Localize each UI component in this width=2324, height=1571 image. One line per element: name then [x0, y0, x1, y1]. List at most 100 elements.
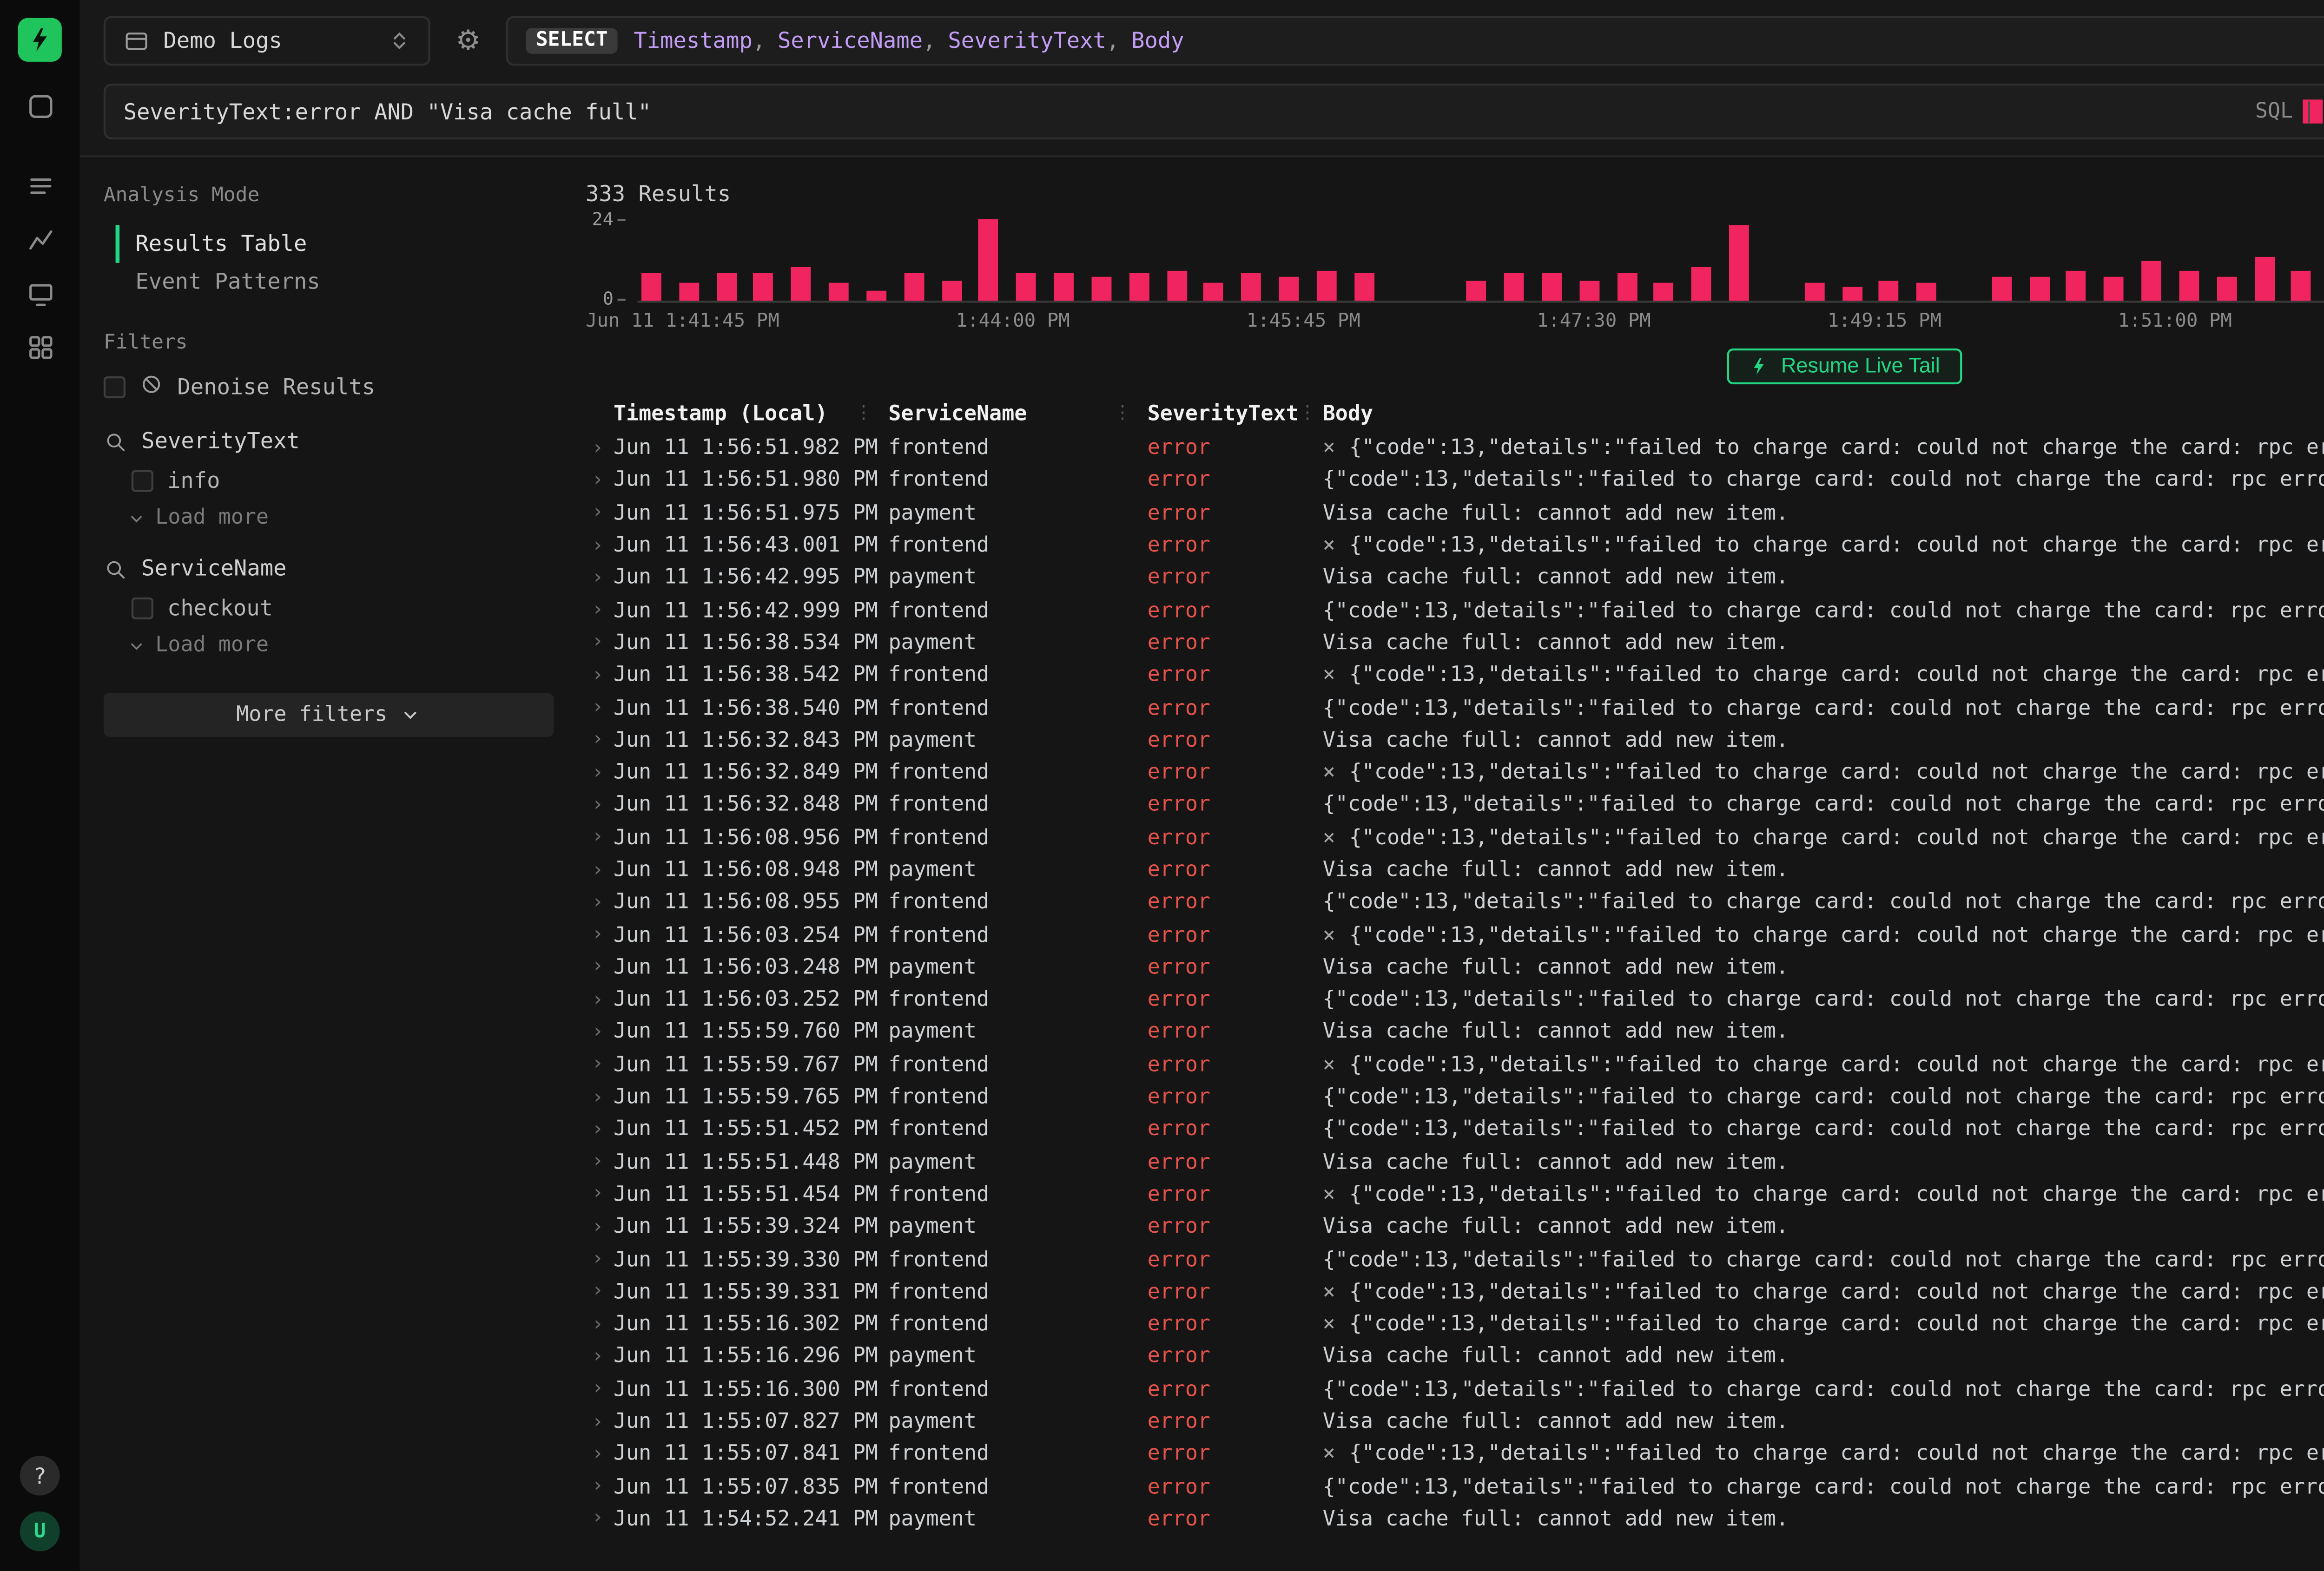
table-row[interactable]: ›Jun 11 1:55:07.841 PMfrontenderror×{"co…: [586, 1438, 2324, 1471]
table-row[interactable]: ›Jun 11 1:56:38.534 PMpaymenterrorVisa c…: [586, 627, 2324, 659]
histogram-bar[interactable]: [979, 219, 999, 301]
load-more-button[interactable]: Load more: [127, 633, 554, 657]
row-expand-chevron[interactable]: ›: [586, 632, 614, 654]
table-row[interactable]: ›Jun 11 1:56:51.982 PMfrontenderror×{"co…: [586, 432, 2324, 465]
nav-logs-icon[interactable]: [24, 169, 56, 201]
histogram-bar[interactable]: [1542, 274, 1562, 301]
user-avatar[interactable]: U: [20, 1512, 60, 1551]
row-expand-chevron[interactable]: ›: [586, 1281, 614, 1303]
table-row[interactable]: ›Jun 11 1:55:16.296 PMpaymenterrorVisa c…: [586, 1341, 2324, 1374]
histogram-bar[interactable]: [1129, 274, 1149, 301]
table-row[interactable]: ›Jun 11 1:55:51.454 PMfrontenderror×{"co…: [586, 1178, 2324, 1211]
table-row[interactable]: ›Jun 11 1:56:51.980 PMfrontenderror{"cod…: [586, 465, 2324, 497]
table-row[interactable]: ›Jun 11 1:55:39.324 PMpaymenterrorVisa c…: [586, 1211, 2324, 1243]
histogram-bar[interactable]: [2217, 277, 2237, 301]
more-filters-button[interactable]: More filters: [104, 693, 554, 736]
histogram-bar[interactable]: [904, 274, 924, 301]
table-row[interactable]: ›Jun 11 1:55:07.827 PMpaymenterrorVisa c…: [586, 1406, 2324, 1438]
table-row[interactable]: ›Jun 11 1:56:08.955 PMfrontenderror{"cod…: [586, 887, 2324, 919]
histogram-bar[interactable]: [1054, 274, 1074, 301]
row-expand-chevron[interactable]: ›: [586, 1443, 614, 1465]
resume-live-tail-button[interactable]: Resume Live Tail: [1727, 348, 1962, 384]
histogram-bar[interactable]: [2104, 277, 2124, 301]
column-header-body[interactable]: Body: [1323, 402, 2324, 426]
row-expand-chevron[interactable]: ›: [586, 1021, 614, 1043]
histogram-bar[interactable]: [1842, 287, 1862, 301]
table-row[interactable]: ›Jun 11 1:56:42.999 PMfrontenderror{"cod…: [586, 594, 2324, 627]
row-expand-chevron[interactable]: ›: [586, 1346, 614, 1368]
search-input[interactable]: SeverityText:error AND "Visa cache full"…: [104, 84, 2324, 139]
table-row[interactable]: ›Jun 11 1:56:08.948 PMpaymenterrorVisa c…: [586, 854, 2324, 887]
histogram-bar[interactable]: [679, 284, 699, 301]
row-expand-chevron[interactable]: ›: [586, 567, 614, 589]
column-header-severitytext[interactable]: SeverityText ⋮: [1148, 402, 1323, 426]
checkbox[interactable]: [132, 598, 153, 619]
column-resize-handle[interactable]: ⋮: [1299, 404, 1323, 424]
histogram-bar[interactable]: [1204, 284, 1224, 301]
filter-group-header[interactable]: SeverityText: [104, 428, 554, 454]
row-expand-chevron[interactable]: ›: [586, 957, 614, 979]
row-expand-chevron[interactable]: ›: [586, 1054, 614, 1076]
mode-results-table[interactable]: Results Table: [116, 225, 554, 263]
histogram-bar[interactable]: [1466, 280, 1486, 301]
row-expand-chevron[interactable]: ›: [586, 1086, 614, 1108]
histogram-bar[interactable]: [754, 274, 774, 301]
histogram-bar[interactable]: [866, 290, 886, 301]
histogram-bar[interactable]: [1617, 274, 1637, 301]
table-row[interactable]: ›Jun 11 1:55:16.300 PMfrontenderror{"cod…: [586, 1373, 2324, 1406]
table-row[interactable]: ›Jun 11 1:56:38.542 PMfrontenderror×{"co…: [586, 659, 2324, 692]
table-row[interactable]: ›Jun 11 1:56:03.248 PMpaymenterrorVisa c…: [586, 951, 2324, 984]
denoise-results-toggle[interactable]: Denoise Results: [104, 372, 554, 402]
denoise-checkbox[interactable]: [104, 376, 125, 398]
histogram-bar[interactable]: [1992, 277, 2012, 301]
histogram-bar[interactable]: [2254, 256, 2274, 301]
histogram-bar[interactable]: [641, 274, 661, 301]
row-expand-chevron[interactable]: ›: [586, 697, 614, 719]
row-expand-chevron[interactable]: ›: [586, 1314, 614, 1335]
row-expand-chevron[interactable]: ›: [586, 1379, 614, 1400]
histogram-bar[interactable]: [1316, 270, 1336, 301]
histogram-bar[interactable]: [1279, 277, 1299, 301]
row-expand-chevron[interactable]: ›: [586, 859, 614, 881]
table-row[interactable]: ›Jun 11 1:55:39.331 PMfrontenderror×{"co…: [586, 1276, 2324, 1308]
row-expand-chevron[interactable]: ›: [586, 1184, 614, 1206]
mode-event-patterns[interactable]: Event Patterns: [116, 263, 554, 301]
histogram-bar[interactable]: [2067, 270, 2086, 301]
row-expand-chevron[interactable]: ›: [586, 924, 614, 946]
histogram-bar[interactable]: [1017, 274, 1037, 301]
histogram-bar[interactable]: [1504, 274, 1524, 301]
nav-dashboards-icon[interactable]: [24, 330, 56, 362]
row-expand-chevron[interactable]: ›: [586, 1411, 614, 1433]
row-expand-chevron[interactable]: ›: [586, 437, 614, 459]
nav-search-icon[interactable]: [24, 90, 56, 122]
table-row[interactable]: ›Jun 11 1:55:39.330 PMfrontenderror{"cod…: [586, 1243, 2324, 1276]
nav-sessions-icon[interactable]: [24, 277, 56, 309]
table-row[interactable]: ›Jun 11 1:55:16.302 PMfrontenderror×{"co…: [586, 1308, 2324, 1341]
histogram-bar[interactable]: [1354, 274, 1374, 301]
checkbox[interactable]: [132, 470, 153, 492]
histogram-bar[interactable]: [1654, 284, 1674, 301]
histogram-bar[interactable]: [1091, 277, 1111, 301]
histogram-bar[interactable]: [829, 284, 849, 301]
table-row[interactable]: ›Jun 11 1:56:42.995 PMpaymenterrorVisa c…: [586, 562, 2324, 594]
table-row[interactable]: ›Jun 11 1:56:43.001 PMfrontenderror×{"co…: [586, 530, 2324, 562]
row-expand-chevron[interactable]: ›: [586, 1119, 614, 1141]
row-expand-chevron[interactable]: ›: [586, 795, 614, 816]
row-expand-chevron[interactable]: ›: [586, 1508, 614, 1530]
table-row[interactable]: ›Jun 11 1:55:59.765 PMfrontenderror{"cod…: [586, 1081, 2324, 1114]
table-row[interactable]: ›Jun 11 1:56:32.848 PMfrontenderror{"cod…: [586, 789, 2324, 822]
row-expand-chevron[interactable]: ›: [586, 989, 614, 1011]
histogram-bar[interactable]: [2142, 260, 2162, 301]
histogram-bar[interactable]: [792, 267, 812, 301]
row-expand-chevron[interactable]: ›: [586, 470, 614, 492]
row-expand-chevron[interactable]: ›: [586, 664, 614, 686]
column-resize-handle[interactable]: ⋮: [855, 404, 889, 424]
row-expand-chevron[interactable]: ›: [586, 827, 614, 848]
row-expand-chevron[interactable]: ›: [586, 1216, 614, 1238]
table-row[interactable]: ›Jun 11 1:56:03.254 PMfrontenderror×{"co…: [586, 919, 2324, 952]
row-expand-chevron[interactable]: ›: [586, 1249, 614, 1270]
row-expand-chevron[interactable]: ›: [586, 600, 614, 622]
help-button[interactable]: ?: [20, 1456, 60, 1496]
table-row[interactable]: ›Jun 11 1:55:59.767 PMfrontenderror×{"co…: [586, 1049, 2324, 1081]
row-expand-chevron[interactable]: ›: [586, 730, 614, 751]
